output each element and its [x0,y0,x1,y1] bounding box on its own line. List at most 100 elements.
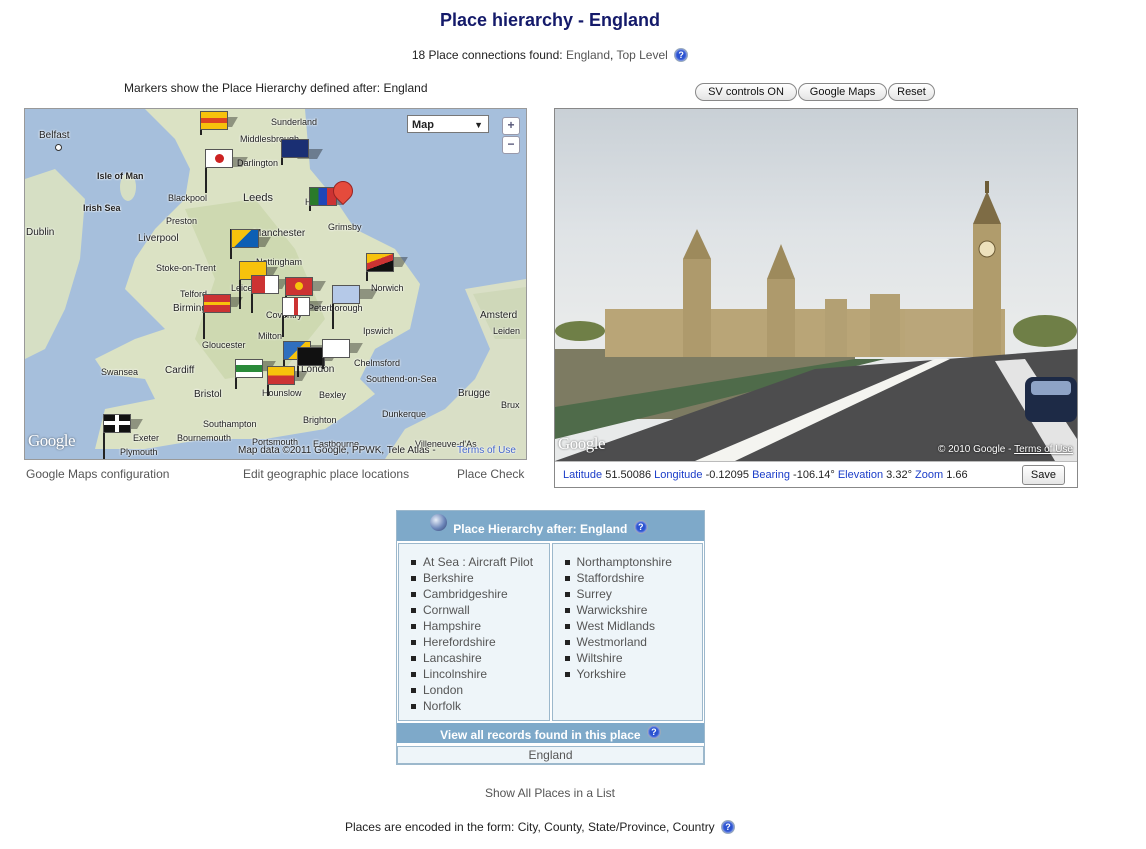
zoom-out-button[interactable]: − [502,136,520,154]
place-link[interactable]: Northamptonshire [563,554,703,570]
map-label: Brugge [458,388,491,399]
place-link[interactable]: Norfolk [409,698,549,714]
map-label: Leiden [493,326,521,336]
sv-coordinates-bar: Latitude 51.50086 Longitude -0.12095 Bea… [555,461,1077,487]
flag-marker[interactable] [231,229,259,248]
view-all-records-link[interactable]: View all records found in this place [440,728,641,742]
flag-marker[interactable] [285,277,313,296]
place-link[interactable]: Staffordshire [563,570,703,586]
map-label: Irish Sea [83,203,121,213]
google-logo: Google [28,431,76,450]
place-link[interactable]: Westmorland [563,634,703,650]
map-label: Dunkerque [382,409,427,419]
street-view-scene [555,181,1077,461]
street-view-panel[interactable]: Google © 2010 Google - Terms of Use Lati… [554,108,1078,488]
place-link[interactable]: London [409,682,549,698]
sv-controls-button[interactable]: SV controls ON [695,83,797,101]
map-label: Ipswich [363,326,394,336]
help-icon[interactable]: ? [674,48,689,62]
lat-value: 51.50086 [605,469,652,481]
map-label: Exeter [133,433,160,443]
place-link[interactable]: West Midlands [563,618,703,634]
sv-copyright-text: © 2010 Google - [937,444,1012,455]
place-link[interactable]: Hampshire [409,618,549,634]
flag-marker[interactable] [281,139,309,158]
show-all-places-link[interactable]: Show All Places in a List [0,786,1100,800]
flag-marker[interactable] [205,149,233,168]
map-attribution: Map data ©2011 Google, PPWK, Tele Atlas … [238,445,436,456]
connections-line: 18 Place connections found: England, Top… [0,48,1100,62]
link-england[interactable]: England [566,48,610,62]
map-type-select[interactable]: Map ▼ [407,115,489,133]
place-link[interactable]: Cambridgeshire [409,586,549,602]
place-link[interactable]: Lancashire [409,650,549,666]
zoom-in-button[interactable]: + [502,117,520,135]
lat-label: Latitude [563,469,603,481]
google-maps-configuration-link[interactable]: Google Maps configuration [26,467,169,481]
connections-text: 18 Place connections found: [411,48,563,62]
help-icon[interactable]: ? [646,725,661,739]
map-label: Southampton [203,419,257,429]
map-label: Brux [501,400,520,410]
street-view-image[interactable]: Google © 2010 Google - Terms of Use [555,109,1077,461]
place-link[interactable]: Wiltshire [563,650,703,666]
map-label: Bexley [319,390,347,400]
map-label: Liverpool [138,233,179,244]
place-check-link[interactable]: Place Check [457,467,524,481]
reset-button[interactable]: Reset [888,83,935,101]
place-link[interactable]: Warwickshire [563,602,703,618]
place-link[interactable]: Yorkshire [563,666,703,682]
map-terms-link[interactable]: Terms of Use [457,445,516,456]
map-label: Leeds [243,192,273,204]
edit-place-locations-link[interactable]: Edit geographic place locations [243,467,409,481]
page-title: Place hierarchy - England [439,10,661,30]
map-label: Sunderland [271,117,318,127]
place-link[interactable]: Berkshire [409,570,549,586]
elevation-label: Elevation [837,469,884,481]
google-maps-button[interactable]: Google Maps [798,83,887,101]
save-button[interactable]: Save [1021,465,1065,485]
flag-marker[interactable] [322,339,350,358]
markers-caption: Markers show the Place Hierarchy defined… [124,81,428,95]
map-label: Southend-on-Sea [366,374,437,384]
elevation-value: 3.32° [886,469,912,481]
map-label: Belfast [39,130,70,141]
sv-terms-link[interactable]: Terms of Use [1014,444,1073,455]
map-label: Cardiff [165,365,195,376]
place-link[interactable]: Surrey [563,586,703,602]
place-hierarchy-box: Place Hierarchy after: England ? At Sea … [396,510,705,765]
flag-marker[interactable] [297,347,325,366]
place-link[interactable]: At Sea : Aircraft Pilot [409,554,549,570]
flag-marker[interactable] [267,366,295,385]
flag-marker[interactable] [200,111,228,130]
place-map[interactable]: Map ▼ + − Belfast Sunderland Middlesbroug… [24,108,527,460]
lon-value: -0.12095 [705,469,749,481]
flag-marker[interactable] [235,359,263,378]
map-label: Milton [258,331,283,341]
place-link[interactable]: Cornwall [409,602,549,618]
place-link[interactable]: Lincolnshire [409,666,549,682]
globe-icon [430,514,447,531]
view-all-records-header[interactable]: View all records found in this place ? [397,723,704,743]
link-top-level[interactable]: Top Level [616,48,667,62]
map-type-label: Map [412,119,434,131]
map-label: Amsterd [480,310,518,321]
flag-marker[interactable] [332,285,360,304]
place-link[interactable]: Herefordshire [409,634,549,650]
lon-label: Longitude [654,469,703,481]
flag-marker[interactable] [366,253,394,272]
flag-marker[interactable] [103,414,131,433]
encoding-note: Places are encoded in the form: City, Co… [0,820,1080,834]
flag-marker[interactable] [282,297,310,316]
map-label: Blackpool [168,193,208,203]
flag-marker[interactable] [203,294,231,313]
current-place-link[interactable]: England [397,746,704,764]
zoom-value: 1.66 [946,469,968,481]
zoom-label: Zoom [915,469,944,481]
help-icon[interactable]: ? [721,820,736,834]
map-label: Chelmsford [354,358,401,368]
help-icon[interactable]: ? [633,520,648,534]
flag-marker[interactable] [251,275,279,294]
map-label: Isle of Man [97,171,144,181]
map-label: Dublin [26,227,55,238]
